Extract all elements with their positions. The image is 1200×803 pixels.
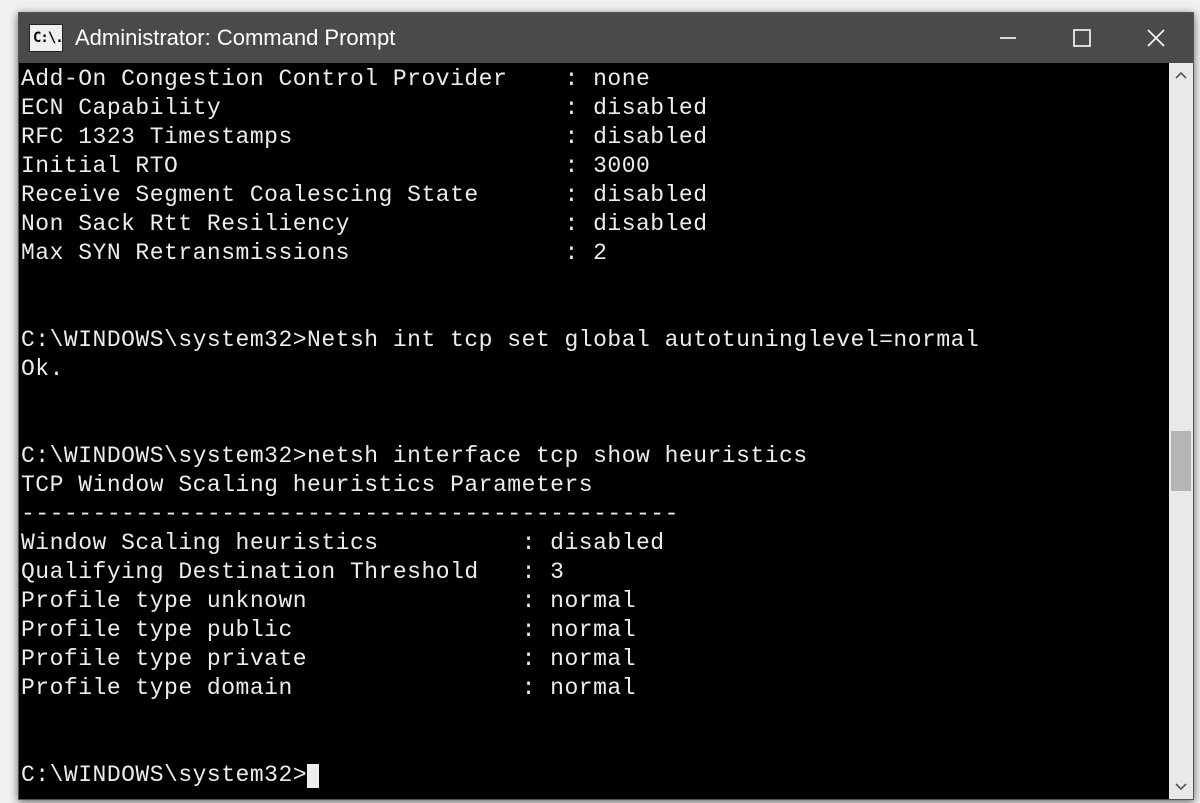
- cursor: [307, 764, 319, 788]
- terminal-output[interactable]: Add-On Congestion Control Provider : non…: [19, 63, 1169, 799]
- scroll-track[interactable]: [1169, 87, 1193, 775]
- scroll-thumb[interactable]: [1171, 431, 1191, 491]
- scroll-up-arrow[interactable]: [1169, 63, 1193, 87]
- window-controls: [971, 13, 1193, 63]
- vertical-scrollbar[interactable]: [1169, 63, 1193, 799]
- maximize-button[interactable]: [1045, 13, 1119, 63]
- cmd-icon: C:\.: [29, 24, 63, 52]
- title-bar[interactable]: C:\. Administrator: Command Prompt: [19, 13, 1193, 63]
- window-title: Administrator: Command Prompt: [75, 25, 971, 51]
- body-area: Add-On Congestion Control Provider : non…: [19, 63, 1193, 799]
- close-icon: [1146, 28, 1166, 48]
- chevron-up-icon: [1175, 71, 1187, 79]
- maximize-icon: [1073, 29, 1091, 47]
- minimize-button[interactable]: [971, 13, 1045, 63]
- close-button[interactable]: [1119, 13, 1193, 63]
- scroll-down-arrow[interactable]: [1169, 775, 1193, 799]
- chevron-down-icon: [1175, 783, 1187, 791]
- minimize-icon: [999, 29, 1017, 47]
- cmd-window: C:\. Administrator: Command Prompt: [18, 12, 1194, 800]
